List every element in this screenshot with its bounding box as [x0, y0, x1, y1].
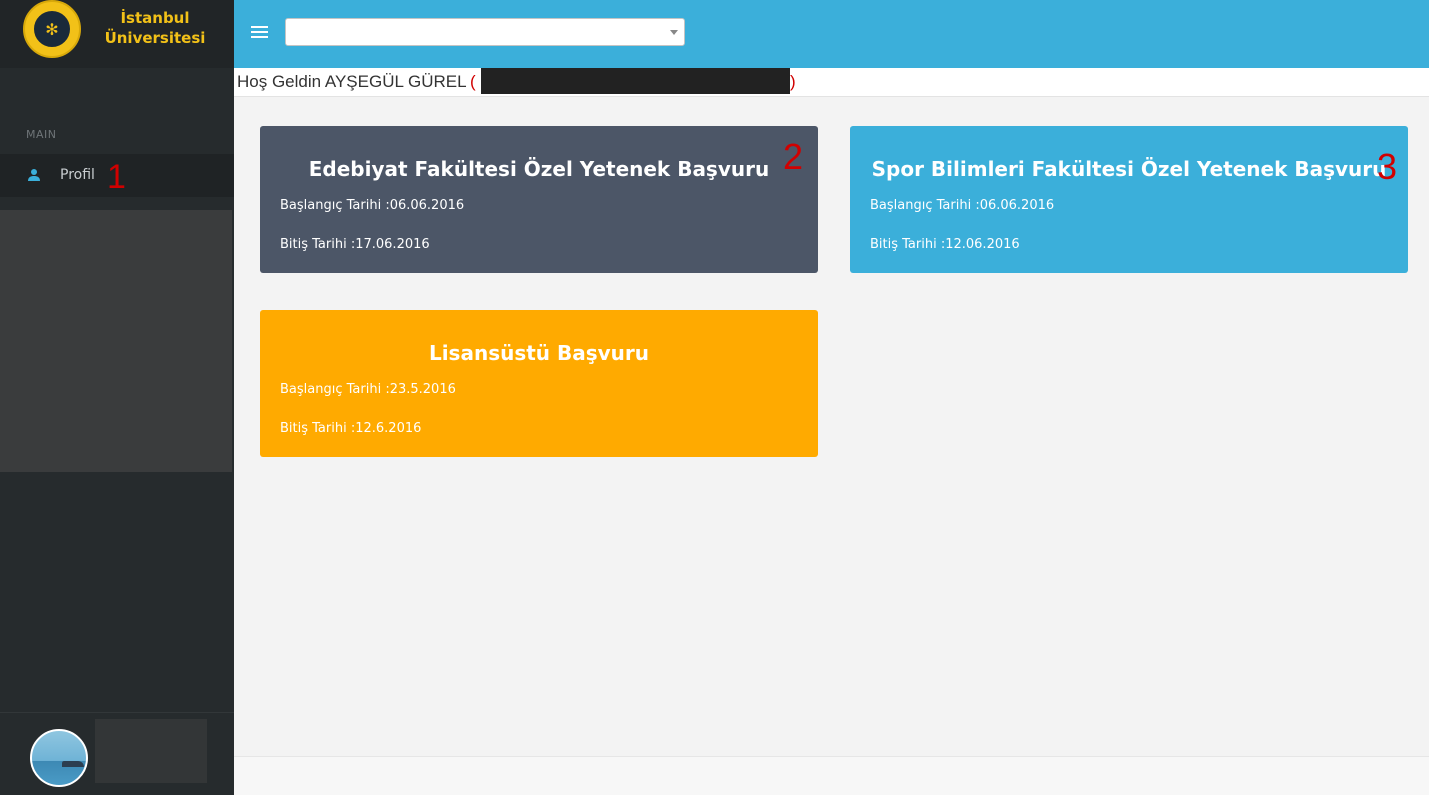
avatar[interactable] [30, 729, 88, 787]
annotation-number: 3 [1377, 146, 1398, 187]
brand-name[interactable]: İstanbul Üniversitesi [95, 8, 215, 48]
card-edebiyat[interactable]: Edebiyat Fakültesi Özel Yetenek Başvuru … [260, 126, 818, 273]
redacted-user-info [95, 719, 207, 783]
brand-line2: Üniversitesi [104, 29, 206, 47]
university-logo[interactable]: ✻ [23, 0, 81, 58]
annotation-number: 2 [783, 136, 804, 177]
card-title: Lisansüstü Başvuru [428, 341, 650, 365]
card-end-date: Bitiş Tarihi :12.06.2016 [870, 237, 1020, 252]
card-title: Spor Bilimleri Fakültesi Özel Yetenek Ba… [871, 157, 1387, 181]
sidebar-item-profil[interactable]: Profil 1 [0, 154, 234, 197]
card-end-date: Bitiş Tarihi :12.6.2016 [280, 421, 422, 436]
annotation-number: 1 [107, 158, 126, 196]
seal-icon: ✻ [32, 9, 72, 49]
sidebar: ✻ İstanbul Üniversitesi MAIN Profil 1 [0, 0, 234, 795]
brand-line1: İstanbul [120, 9, 190, 27]
menu-toggle-icon[interactable] [251, 26, 268, 40]
topbar [234, 0, 1429, 68]
chevron-down-icon [670, 30, 678, 35]
card-start-date: Başlangıç Tarihi :06.06.2016 [280, 198, 465, 213]
sidebar-item-label: Profil [60, 167, 95, 183]
card-end-date: Bitiş Tarihi :17.06.2016 [280, 237, 430, 252]
menu-heading: MAIN [26, 128, 57, 141]
card-lisansustu[interactable]: Lisansüstü Başvuru Başlangıç Tarihi :23.… [260, 310, 818, 457]
welcome-text: Hoş Geldin AYŞEGÜL GÜREL [237, 72, 467, 91]
user-footer [0, 712, 234, 795]
welcome-bar: Hoş Geldin AYŞEGÜL GÜREL ( ) [234, 68, 1429, 97]
close-paren: ) [790, 72, 796, 91]
user-icon [28, 169, 40, 181]
redacted-id [481, 68, 790, 94]
card-title: Edebiyat Fakültesi Özel Yetenek Başvuru [308, 157, 770, 181]
open-paren: ( [470, 72, 476, 91]
avatar-photo-detail [62, 761, 84, 767]
card-spor-bilimleri[interactable]: Spor Bilimleri Fakültesi Özel Yetenek Ba… [850, 126, 1408, 273]
application-select[interactable] [285, 18, 685, 46]
card-start-date: Başlangıç Tarihi :23.5.2016 [280, 382, 456, 397]
brand-header: ✻ İstanbul Üniversitesi [0, 0, 234, 68]
redacted-area [0, 210, 232, 472]
footer-bar [234, 756, 1429, 795]
card-start-date: Başlangıç Tarihi :06.06.2016 [870, 198, 1055, 213]
